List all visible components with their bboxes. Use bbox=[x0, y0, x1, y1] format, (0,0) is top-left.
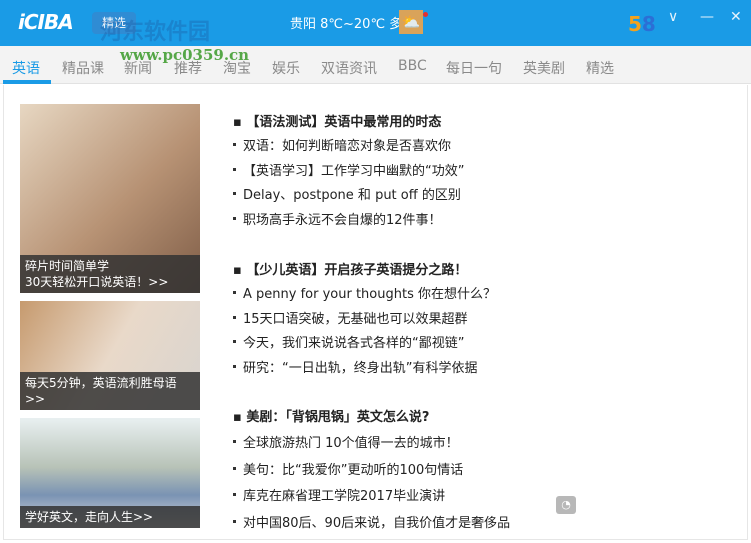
caption-line: 碎片时间简单学 bbox=[25, 259, 110, 273]
promo-card[interactable]: 学好英文，走向人生>> bbox=[20, 418, 200, 528]
caption-line: 每天5分钟，英语流利胜母语 bbox=[25, 376, 177, 390]
active-tab-indicator bbox=[3, 80, 51, 84]
article-link[interactable]: 研究：“一日出轨，终身出轨”有科学依据 bbox=[233, 357, 496, 382]
tab-bar: 英语 精品课 新闻 推荐 淘宝 娱乐 双语资讯 BBC 每日一句 英美剧 精选 bbox=[0, 46, 751, 84]
section-headline[interactable]: 【语法测试】英语中最常用的时态 bbox=[233, 111, 464, 135]
article-link[interactable]: Delay、postpone 和 put off 的区别 bbox=[233, 184, 464, 209]
close-button[interactable]: ✕ bbox=[730, 9, 742, 25]
article-link[interactable]: 对中国80后、90后来说，自我价值才是奢侈品 bbox=[233, 512, 510, 537]
tab-english[interactable]: 英语 bbox=[12, 58, 40, 78]
promo-caption: 每天5分钟，英语流利胜母语 >> bbox=[20, 372, 200, 410]
promo-card[interactable]: 每天5分钟，英语流利胜母语 >> bbox=[20, 301, 200, 410]
article-link[interactable]: 双语：如何判断暗恋对象是否喜欢你 bbox=[233, 135, 464, 160]
iciba-logo: iCIBA bbox=[18, 10, 74, 34]
feedback-icon[interactable]: ◔ bbox=[556, 496, 576, 514]
article-link[interactable]: 【英语学习】工作学习中幽默的“功效” bbox=[233, 160, 464, 185]
tab-featured[interactable]: 精选 bbox=[586, 58, 614, 78]
article-section: 美剧：「背锅甩锅」英文怎么说? 全球旅游热门 10个值得一去的城市！ 美句：比“… bbox=[233, 406, 510, 536]
caption-line: 学好英文，走向人生>> bbox=[25, 510, 154, 524]
article-link[interactable]: 库克在麻省理工学院2017毕业演讲 bbox=[233, 485, 510, 512]
article-section: 【少儿英语】开启孩子英语提分之路！ A penny for your thoug… bbox=[233, 259, 496, 381]
notification-dot bbox=[423, 12, 428, 17]
caption-line: >> bbox=[25, 392, 46, 406]
article-link[interactable]: 全球旅游热门 10个值得一去的城市！ bbox=[233, 432, 510, 459]
tab-entertainment[interactable]: 娱乐 bbox=[272, 58, 300, 78]
minimize-button[interactable]: — bbox=[700, 9, 714, 25]
tab-daily-sentence[interactable]: 每日一句 bbox=[446, 58, 502, 78]
article-link[interactable]: 职场高手永远不会自爆的12件事！ bbox=[233, 209, 464, 234]
tab-courses[interactable]: 精品课 bbox=[62, 58, 104, 78]
cloud-sun-icon[interactable]: ⛅ bbox=[399, 10, 423, 34]
section-headline[interactable]: 【少儿英语】开启孩子英语提分之路！ bbox=[233, 259, 496, 283]
menu-chevron-icon[interactable]: ∨ bbox=[668, 9, 678, 25]
promo-caption: 碎片时间简单学 30天轻松开口说英语！>> bbox=[20, 255, 200, 293]
caption-line: 30天轻松开口说英语！>> bbox=[25, 275, 169, 289]
tab-tv-series[interactable]: 英美剧 bbox=[523, 58, 565, 78]
watermark-name: 河东软件园 bbox=[100, 20, 211, 45]
article-link[interactable]: A penny for your thoughts 你在想什么？ bbox=[233, 283, 496, 308]
watermark-site: www.pc0359.cn bbox=[120, 46, 250, 64]
tab-bilingual-news[interactable]: 双语资讯 bbox=[321, 58, 377, 78]
tab-bbc[interactable]: BBC bbox=[398, 58, 427, 74]
promo-card[interactable]: 碎片时间简单学 30天轻松开口说英语！>> bbox=[20, 104, 200, 293]
article-link[interactable]: 美句：比“我爱你”更动听的100句情话 bbox=[233, 459, 510, 486]
article-link[interactable]: 15天口语突破，无基础也可以效果超群 bbox=[233, 308, 496, 333]
logo-text: iCIBA bbox=[18, 10, 74, 34]
section-headline[interactable]: 美剧：「背锅甩锅」英文怎么说? bbox=[233, 406, 510, 432]
article-section: 【语法测试】英语中最常用的时态 双语：如何判断暗恋对象是否喜欢你 【英语学习】工… bbox=[233, 111, 464, 233]
article-link[interactable]: 今天，我们来说说各式各样的“鄙视链” bbox=[233, 332, 496, 357]
weather-text[interactable]: 贵阳 8℃~20℃ 多云 bbox=[290, 13, 415, 32]
58-logo[interactable]: 58 bbox=[628, 12, 656, 36]
promo-caption: 学好英文，走向人生>> bbox=[20, 506, 200, 528]
